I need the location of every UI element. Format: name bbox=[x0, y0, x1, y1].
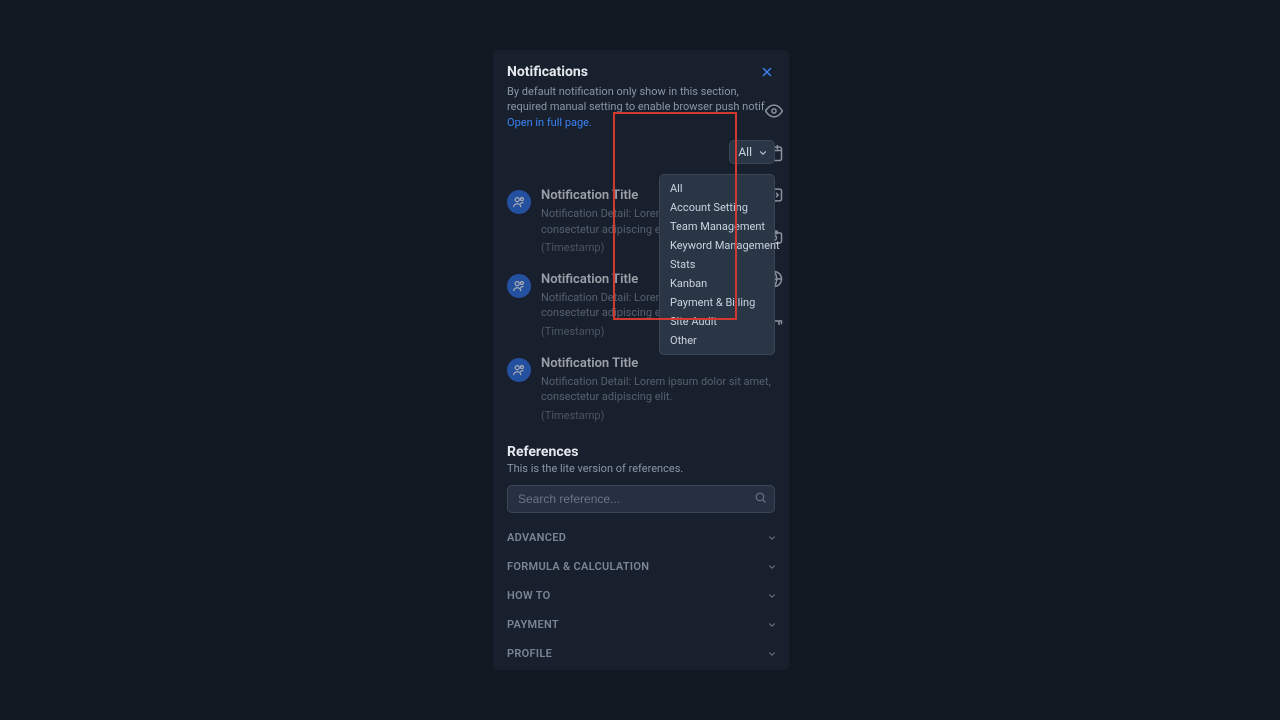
search-icon bbox=[754, 491, 767, 507]
references-desc: This is the lite version of references. bbox=[507, 462, 775, 475]
reference-item[interactable]: PAYMENT bbox=[507, 614, 775, 635]
chevron-down-icon bbox=[767, 533, 775, 541]
avatar bbox=[507, 358, 531, 382]
reference-item[interactable]: FORMULA & CALCULATION bbox=[507, 556, 775, 577]
filter-option[interactable]: Stats bbox=[660, 255, 774, 274]
reference-item-label: HOW TO bbox=[507, 589, 551, 602]
reference-item[interactable]: ADVANCED bbox=[507, 527, 775, 548]
reference-list: ADVANCED FORMULA & CALCULATION HOW TO PAYME… bbox=[507, 527, 775, 664]
reference-item-label: PAYMENT bbox=[507, 618, 559, 631]
reference-item[interactable]: PROFILE bbox=[507, 643, 775, 664]
reference-item-label: ADVANCED bbox=[507, 531, 566, 544]
notification-body: Notification Title Notification Detail: L… bbox=[541, 356, 775, 422]
panel-description: By default notification only show in thi… bbox=[507, 84, 775, 130]
close-icon bbox=[760, 65, 774, 79]
notification-detail: Notification Detail: Lorem ipsum dolor s… bbox=[541, 374, 775, 405]
reference-search-input[interactable] bbox=[507, 485, 775, 513]
reference-item-label: PROFILE bbox=[507, 647, 552, 660]
filter-option[interactable]: Other bbox=[660, 331, 774, 350]
filter-dropdown-menu[interactable]: AllAccount SettingTeam ManagementKeyword… bbox=[659, 174, 775, 355]
chevron-down-icon bbox=[767, 649, 775, 657]
panel-title: Notifications bbox=[507, 64, 775, 80]
notifications-panel: Notifications By default notification on… bbox=[493, 50, 789, 670]
reference-item-label: FORMULA & CALCULATION bbox=[507, 560, 649, 573]
filter-option[interactable]: Account Setting bbox=[660, 198, 774, 217]
reference-search bbox=[507, 485, 775, 513]
filter-option[interactable]: Site Audit bbox=[660, 312, 774, 331]
notification-timestamp: (Timestamp) bbox=[541, 409, 775, 422]
chevron-down-icon bbox=[758, 148, 766, 156]
filter-option[interactable]: Keyword Management bbox=[660, 236, 774, 255]
filter-option[interactable]: Kanban bbox=[660, 274, 774, 293]
panel-desc-text: By default notification only show in thi… bbox=[507, 85, 768, 113]
filter-dropdown-button[interactable]: All bbox=[729, 140, 775, 164]
references-title: References bbox=[507, 444, 775, 460]
notification-title: Notification Title bbox=[541, 356, 775, 371]
avatar bbox=[507, 190, 531, 214]
chevron-down-icon bbox=[767, 562, 775, 570]
avatar bbox=[507, 274, 531, 298]
filter-row: All AllAccount SettingTeam ManagementKey… bbox=[507, 140, 775, 164]
open-full-page-link[interactable]: Open in full page. bbox=[507, 116, 592, 129]
panel-header: Notifications By default notification on… bbox=[507, 64, 775, 164]
filter-option[interactable]: Payment & Billing bbox=[660, 293, 774, 312]
chevron-down-icon bbox=[767, 620, 775, 628]
reference-item[interactable]: HOW TO bbox=[507, 585, 775, 606]
close-button[interactable] bbox=[757, 62, 777, 82]
notification-item[interactable]: Notification Title Notification Detail: L… bbox=[507, 356, 775, 422]
filter-option[interactable]: All bbox=[660, 179, 774, 198]
filter-selected-label: All bbox=[738, 145, 752, 159]
chevron-down-icon bbox=[767, 591, 775, 599]
filter-option[interactable]: Team Management bbox=[660, 217, 774, 236]
